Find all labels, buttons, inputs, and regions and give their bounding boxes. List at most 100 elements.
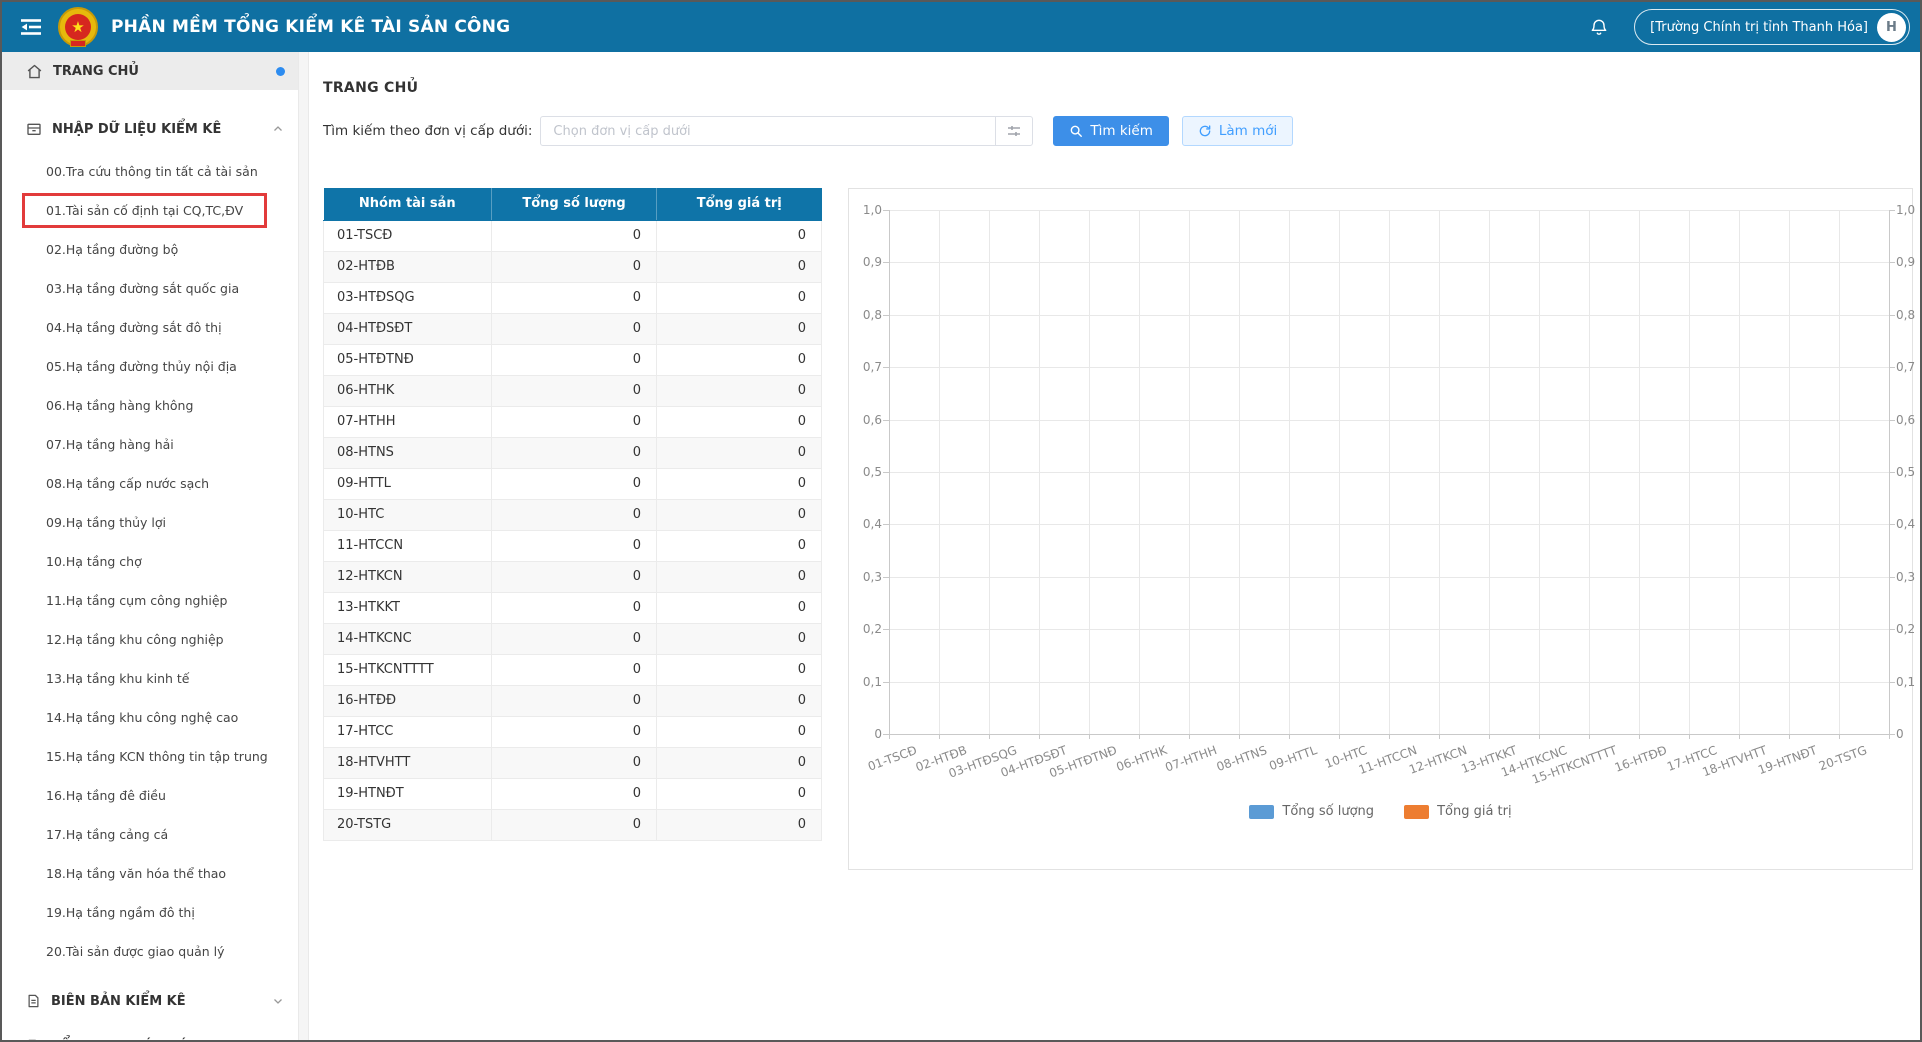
star-icon: ★ — [71, 20, 84, 35]
cell-total-quantity: 0 — [492, 654, 657, 685]
table-row: 20-TSTG00 — [324, 809, 822, 840]
sidebar-subitem-19[interactable]: 19.Hạ tầng ngầm đô thị — [2, 893, 298, 932]
gridline-vertical — [889, 210, 890, 734]
cell-total-quantity: 0 — [492, 251, 657, 282]
app-header: ★ PHẦN MỀM TỔNG KIỂM KÊ TÀI SẢN CÔNG [Tr… — [2, 2, 1920, 52]
sidebar-subitem-15[interactable]: 15.Hạ tầng KCN thông tin tập trung — [2, 737, 298, 776]
cell-group-code: 17-HTCC — [324, 716, 492, 747]
table-row: 15-HTKCNTTTT00 — [324, 654, 822, 685]
cell-total-quantity: 0 — [492, 499, 657, 530]
document-icon — [26, 993, 41, 1009]
sidebar-subitem-04[interactable]: 04.Hạ tầng đường sắt đô thị — [2, 308, 298, 347]
sidebar-subitem-01[interactable]: 01.Tài sản cố định tại CQ,TC,ĐV — [2, 191, 298, 230]
y-axis-label-left: 0,3 — [850, 570, 882, 584]
table-header-row: Nhóm tài sản Tổng số lượng Tổng giá trị — [324, 188, 822, 220]
sidebar-subitem-17[interactable]: 17.Hạ tầng cảng cá — [2, 815, 298, 854]
cell-group-code: 16-HTĐĐ — [324, 685, 492, 716]
sidebar-subitem-07[interactable]: 07.Hạ tầng hàng hải — [2, 425, 298, 464]
sidebar: TRANG CHỦ NHẬP DỮ LIỆU KIỂM KÊ 00.Tra cứ… — [2, 52, 298, 1040]
y-axis-tick — [883, 262, 889, 263]
user-menu[interactable]: [Trường Chính trị tỉnh Thanh Hóa] H — [1634, 9, 1910, 45]
cell-total-quantity: 0 — [492, 623, 657, 654]
archive-icon — [26, 121, 42, 137]
y-axis-label-right: 0,6 — [1896, 413, 1915, 427]
cell-total-value: 0 — [657, 809, 822, 840]
sidebar-section-nhap-du-lieu[interactable]: NHẬP DỮ LIỆU KIỂM KÊ — [2, 110, 298, 148]
legend-item[interactable]: Tổng số lượng — [1249, 804, 1374, 819]
sidebar-subitem-02[interactable]: 02.Hạ tầng đường bộ — [2, 230, 298, 269]
sidebar-subitem-11[interactable]: 11.Hạ tầng cụm công nghiệp — [2, 581, 298, 620]
table-row: 14-HTKCNC00 — [324, 623, 822, 654]
sidebar-subitem-14[interactable]: 14.Hạ tầng khu công nghệ cao — [2, 698, 298, 737]
sidebar-section-tong-hop[interactable]: TỔNG HỢP BÁO CÁO — [2, 1027, 298, 1040]
x-axis-tick — [1839, 734, 1840, 739]
sidebar-subitem-09[interactable]: 09.Hạ tầng thủy lợi — [2, 503, 298, 542]
legend-item[interactable]: Tổng giá trị — [1404, 804, 1512, 819]
avatar: H — [1877, 13, 1906, 42]
cell-group-code: 12-HTKCN — [324, 561, 492, 592]
reset-button[interactable]: Làm mới — [1182, 116, 1293, 146]
search-button[interactable]: Tìm kiếm — [1053, 116, 1168, 146]
cell-total-quantity: 0 — [492, 592, 657, 623]
sidebar-section-bien-ban[interactable]: BIÊN BẢN KIỂM KÊ — [2, 982, 298, 1020]
cell-group-code: 09-HTTL — [324, 468, 492, 499]
menu-fold-icon-svg — [19, 15, 43, 39]
reset-button-label: Làm mới — [1219, 123, 1277, 139]
y-axis-tick — [1889, 472, 1895, 473]
cell-total-value: 0 — [657, 716, 822, 747]
cell-total-quantity: 0 — [492, 561, 657, 592]
gridline-vertical — [1689, 210, 1690, 734]
filter-options-button[interactable] — [995, 116, 1033, 146]
notifications-bell-icon[interactable] — [1588, 16, 1610, 38]
cell-total-quantity: 0 — [492, 344, 657, 375]
sidebar-subitem-label: 10.Hạ tầng chợ — [46, 554, 142, 569]
sidebar-subitem-05[interactable]: 05.Hạ tầng đường thủy nội địa — [2, 347, 298, 386]
gridline-vertical — [1389, 210, 1390, 734]
sidebar-section-label: NHẬP DỮ LIỆU KIỂM KÊ — [52, 122, 221, 137]
table-row: 03-HTĐSQG00 — [324, 282, 822, 313]
y-axis-tick — [1889, 210, 1895, 211]
cell-total-quantity: 0 — [492, 220, 657, 251]
table-row: 11-HTCCN00 — [324, 530, 822, 561]
gridline-vertical — [1639, 210, 1640, 734]
y-axis-tick — [1889, 367, 1895, 368]
sidebar-subitem-16[interactable]: 16.Hạ tầng đê điều — [2, 776, 298, 815]
sidebar-subitem-label: 18.Hạ tầng văn hóa thể thao — [46, 866, 226, 881]
column-header-group: Nhóm tài sản — [324, 188, 492, 220]
table-row: 09-HTTL00 — [324, 468, 822, 499]
sidebar-subitem-06[interactable]: 06.Hạ tầng hàng không — [2, 386, 298, 425]
sidebar-subitem-08[interactable]: 08.Hạ tầng cấp nước sạch — [2, 464, 298, 503]
y-axis-tick — [883, 210, 889, 211]
y-axis-label-right: 0 — [1896, 727, 1904, 741]
sidebar-subitem-00[interactable]: 00.Tra cứu thông tin tất cả tài sản — [2, 152, 298, 191]
sidebar-scrollbar[interactable] — [298, 52, 309, 1040]
y-axis-tick — [1889, 262, 1895, 263]
gridline-vertical — [1039, 210, 1040, 734]
cell-group-code: 03-HTĐSQG — [324, 282, 492, 313]
home-icon — [26, 63, 43, 80]
table-row: 19-HTNĐT00 — [324, 778, 822, 809]
cell-total-quantity: 0 — [492, 375, 657, 406]
y-axis-tick — [883, 472, 889, 473]
sidebar-subitem-12[interactable]: 12.Hạ tầng khu công nghiệp — [2, 620, 298, 659]
sidebar-subitem-label: 15.Hạ tầng KCN thông tin tập trung — [46, 749, 268, 764]
table-row: 05-HTĐTNĐ00 — [324, 344, 822, 375]
sidebar-subitem-label: 04.Hạ tầng đường sắt đô thị — [46, 320, 222, 335]
cell-total-value: 0 — [657, 561, 822, 592]
sidebar-subitem-18[interactable]: 18.Hạ tầng văn hóa thể thao — [2, 854, 298, 893]
x-axis-tick — [1539, 734, 1540, 739]
x-axis-tick — [1089, 734, 1090, 739]
sidebar-subitem-20[interactable]: 20.Tài sản được giao quản lý — [2, 932, 298, 971]
sidebar-subitem-10[interactable]: 10.Hạ tầng chợ — [2, 542, 298, 581]
sidebar-section-label: TỔNG HỢP BÁO CÁO — [51, 1039, 199, 1041]
gridline-vertical — [1339, 210, 1340, 734]
cell-total-quantity: 0 — [492, 685, 657, 716]
table-row: 08-HTNS00 — [324, 437, 822, 468]
cell-total-value: 0 — [657, 747, 822, 778]
sidebar-subitem-13[interactable]: 13.Hạ tầng khu kinh tế — [2, 659, 298, 698]
sidebar-item-home[interactable]: TRANG CHỦ — [2, 52, 298, 90]
unit-select-input[interactable] — [540, 116, 996, 146]
sidebar-subitem-03[interactable]: 03.Hạ tầng đường sắt quốc gia — [2, 269, 298, 308]
menu-fold-icon[interactable] — [18, 14, 44, 40]
sliders-icon — [1006, 123, 1022, 139]
